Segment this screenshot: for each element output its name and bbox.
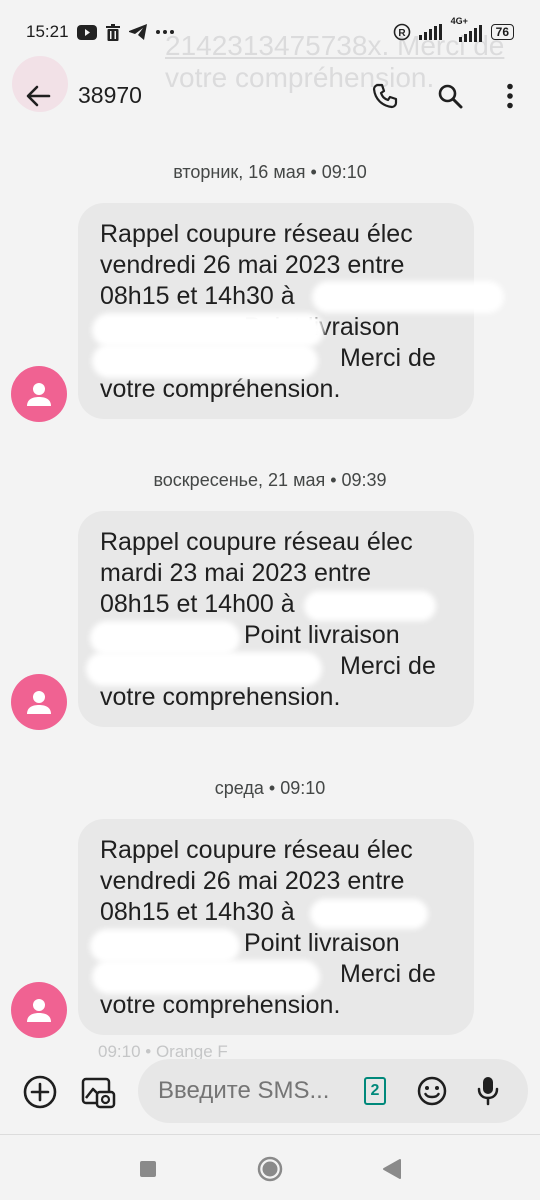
recents-square-icon xyxy=(140,1161,156,1177)
redaction-mark xyxy=(312,281,504,313)
redaction-mark xyxy=(92,344,318,378)
avatar[interactable] xyxy=(11,982,67,1038)
message-line: Rappel coupure réseau élec xyxy=(100,836,413,864)
message-line: Rappel coupure réseau élec xyxy=(100,528,413,556)
person-icon xyxy=(27,999,51,1022)
message-line: votre compréhension. xyxy=(100,375,341,403)
message-input-pill: 2 xyxy=(138,1059,528,1123)
date-header: вторник, 16 мая • 09:10 xyxy=(173,162,367,182)
message-bubble[interactable]: Rappel coupure réseau élec vendredi 26 m… xyxy=(78,203,504,419)
home-button[interactable] xyxy=(250,1149,290,1189)
person-icon xyxy=(27,383,51,406)
add-circle-icon xyxy=(23,1075,57,1109)
message-line: votre comprehension. xyxy=(100,683,341,711)
redaction-mark xyxy=(90,929,240,963)
sim-slot-number: 2 xyxy=(370,1082,380,1099)
emoji-icon xyxy=(417,1076,447,1106)
redaction-mark xyxy=(90,621,240,655)
mic-icon xyxy=(477,1077,499,1106)
message-line: vendredi 26 mai 2023 entre xyxy=(100,867,405,895)
back-arrow-icon xyxy=(26,85,51,107)
home-circle-icon xyxy=(257,1156,283,1182)
conversation-title: 38970 xyxy=(78,82,142,108)
avatar[interactable] xyxy=(11,366,67,422)
redaction-mark xyxy=(86,652,322,686)
message-bubble[interactable]: Rappel coupure réseau élec vendredi 26 m… xyxy=(78,819,474,1035)
redaction-mark xyxy=(92,313,324,347)
redaction-mark xyxy=(304,591,436,621)
faded-line: 2142313475738х. Merci de xyxy=(165,30,505,61)
message-line: mardi 23 mai 2023 entre xyxy=(100,559,371,587)
sim-select-button[interactable]: 2 xyxy=(364,1077,386,1105)
person-icon xyxy=(27,691,51,714)
network-label: 4G+ xyxy=(450,16,468,26)
recents-button[interactable] xyxy=(128,1149,168,1189)
search-button[interactable] xyxy=(430,76,470,116)
redaction-mark xyxy=(92,960,320,994)
message-bubble[interactable]: Rappel coupure réseau élec mardi 23 mai … xyxy=(78,511,474,727)
gallery-button[interactable] xyxy=(76,1070,120,1114)
back-button[interactable] xyxy=(18,76,58,116)
phone-icon xyxy=(372,83,398,109)
date-header: воскресенье, 21 мая • 09:39 xyxy=(153,470,387,490)
add-attachment-button[interactable] xyxy=(18,1070,62,1114)
avatar[interactable] xyxy=(11,674,67,730)
voice-input-button[interactable] xyxy=(466,1069,510,1113)
redaction-mark xyxy=(310,899,428,929)
compose-bar: 2 xyxy=(0,1050,540,1134)
message-line: Rappel coupure réseau élec xyxy=(100,220,413,248)
more-options-button[interactable] xyxy=(490,76,530,116)
app-bar: 38970 xyxy=(0,64,540,128)
nav-back-button[interactable] xyxy=(372,1149,412,1189)
system-nav-bar xyxy=(0,1135,540,1200)
message-input[interactable] xyxy=(158,1077,348,1105)
emoji-button[interactable] xyxy=(410,1069,454,1113)
date-header: среда • 09:10 xyxy=(214,778,326,798)
search-icon xyxy=(438,84,463,109)
message-line: votre comprehension. xyxy=(100,991,341,1019)
more-vert-icon xyxy=(507,83,513,109)
call-button[interactable] xyxy=(365,76,405,116)
gallery-icon xyxy=(81,1077,116,1109)
back-triangle-icon xyxy=(383,1159,401,1179)
message-line: vendredi 26 mai 2023 entre xyxy=(100,251,405,279)
